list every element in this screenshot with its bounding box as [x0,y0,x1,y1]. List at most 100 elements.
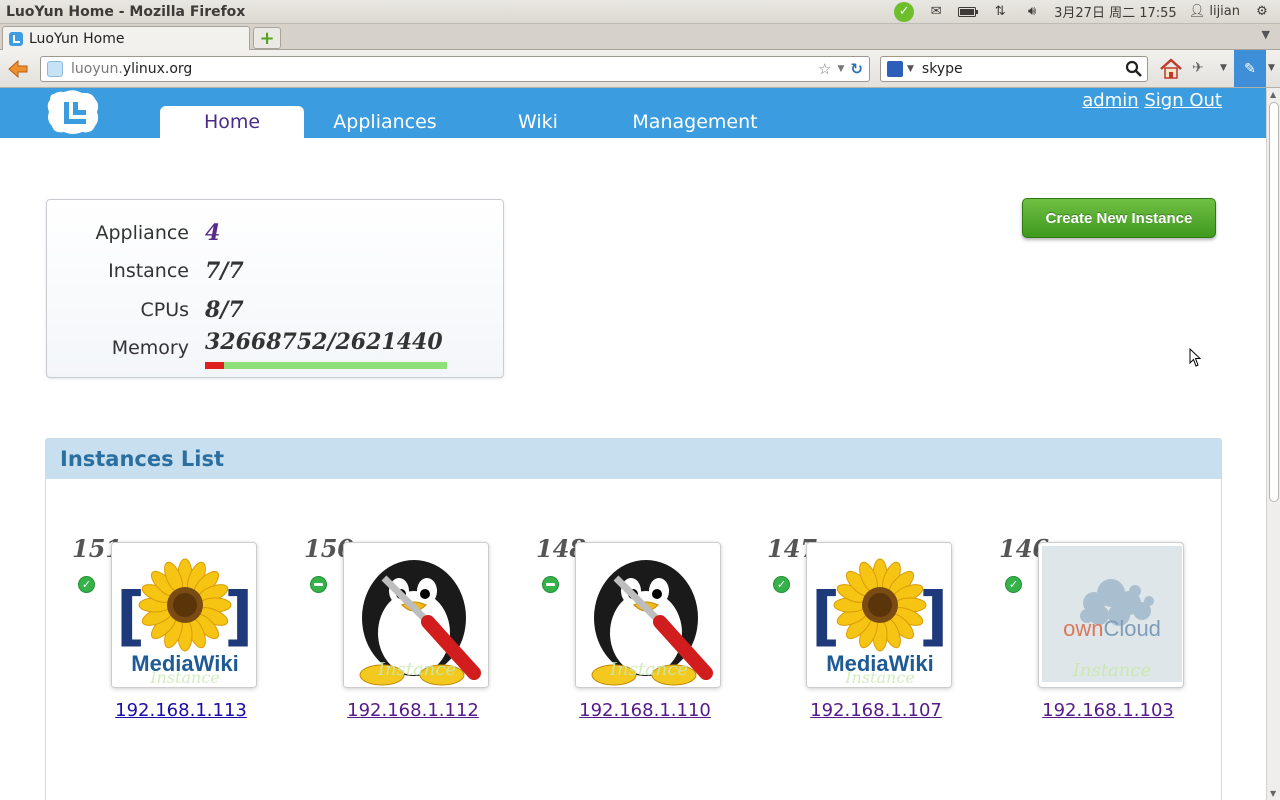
extension-dropdown-icon[interactable]: ▼ [1268,63,1275,73]
messaging-icon[interactable]: ✓ [890,1,918,23]
tab-home[interactable]: Home [160,106,304,138]
home-button[interactable] [1158,56,1184,82]
network-icon[interactable]: ⇅ [986,1,1014,23]
user-menu[interactable]: 👤︎ lijian [1185,4,1244,19]
url-host: ylinux.org [122,61,193,77]
browser-nav-bar: luoyun. ylinux.org ☆ ▼ ↻ ▼ skype ✈ ▼ ✎ ▼ [0,50,1280,88]
instances-panel: Instances List 151 ✓[] MediaWiki Instance 19… [45,438,1222,800]
instance-card: 147 ✓[] MediaWiki Instance 192.168.1.107 [753,534,973,724]
memory-usage-fill [205,362,225,369]
page-scrollbar[interactable]: ▲ ▼ [1266,88,1280,800]
svg-text:Instance: Instance [1072,660,1151,681]
instance-label: Instance [108,260,189,282]
clock[interactable]: 3月27日 周二 17:55 [1050,2,1181,21]
main-nav: Home Appliances Wiki Management [160,106,780,138]
tux-tools-icon[interactable]: Instance [343,542,489,688]
mouse-cursor-icon [1189,348,1202,367]
tab-title: LuoYun Home [29,30,125,47]
appliance-value: 4 [205,220,221,246]
scroll-thumb[interactable] [1269,102,1279,502]
svg-text:[: [ [116,580,145,654]
admin-link[interactable]: admin [1082,90,1138,111]
pen-icon: ✎ [1244,60,1256,77]
memory-row: Memory 32668752/2621440 [47,329,505,369]
site-identity-icon[interactable] [47,61,63,77]
engine-dropdown-icon[interactable]: ▼ [907,64,914,74]
instance-ip-link[interactable]: 192.168.1.113 [111,700,251,721]
status-ok-icon: ✓ [78,576,95,593]
instance-card: 146 ✓ ownCloud Instance 192.168.1.103 [985,534,1205,724]
search-engine-icon[interactable] [887,61,903,77]
svg-text:Instance: Instance [844,668,915,687]
create-new-instance-button[interactable]: Create New Instance [1022,198,1216,238]
svg-text:Instance: Instance [377,659,456,680]
reload-icon[interactable]: ↻ [850,60,863,78]
addon-icon[interactable]: ✈ [1192,60,1214,78]
url-bar[interactable]: luoyun. ylinux.org ☆ ▼ ↻ [40,56,870,82]
appliance-row: Appliance 4 [47,214,505,252]
status-ok-icon: ✓ [1005,576,1022,593]
favicon-icon [9,31,23,46]
mail-icon[interactable]: ✉ [922,1,950,23]
instances-header: Instances List [46,439,1221,479]
tab-wiki[interactable]: Wiki [466,106,610,138]
system-tray: ✓ ✉ ⇅ 🔊︎ 3月27日 周二 17:55 👤︎ lijian ⚙ [890,0,1280,24]
volume-icon[interactable]: 🔊︎ [1018,1,1046,23]
tab-appliances[interactable]: Appliances [304,106,466,138]
scroll-up-icon[interactable]: ▲ [1270,90,1276,99]
tab-management[interactable]: Management [610,106,780,138]
memory-label: Memory [111,337,189,359]
tux-tools-icon[interactable]: Instance [575,542,721,688]
user-icon: 👤︎ [1188,4,1206,19]
search-bar[interactable]: ▼ skype [880,56,1148,82]
instance-ip-link[interactable]: 192.168.1.107 [806,700,946,721]
search-input[interactable]: skype [922,61,963,77]
status-ok-icon: ✓ [773,576,790,593]
instance-card: 148 Instance 192.168.1.110 [522,534,742,724]
plus-icon: + [259,27,275,49]
battery-icon[interactable] [954,1,982,23]
luoyun-logo[interactable] [44,88,102,136]
memory-usage-bar [205,362,447,369]
sign-out-link[interactable]: Sign Out [1144,90,1222,111]
instance-card: 151 ✓[] MediaWiki Instance 192.168.1.113 [58,534,278,724]
bookmark-star-icon[interactable]: ☆ [818,60,831,78]
status-running-icon [310,576,327,593]
instances-title: Instances List [60,447,225,471]
back-button[interactable] [6,58,30,80]
appliance-label: Appliance [95,222,190,244]
instance-value: 7/7 [205,258,244,284]
browser-tab-bar: LuoYun Home + ▼ [0,24,1280,50]
status-running-icon [542,576,559,593]
instance-card: 150 Instance 192.168.1.112 [290,534,510,724]
owncloud-icon[interactable]: ownCloud Instance [1038,542,1184,688]
window-title: LuoYun Home - Mozilla Firefox [6,3,246,20]
tab-list-arrow-icon[interactable]: ▼ [1262,28,1270,41]
svg-text:]: ] [224,580,253,654]
cpus-label: CPUs [140,299,189,321]
svg-text:Instance: Instance [149,668,220,687]
instance-ip-link[interactable]: 192.168.1.112 [343,700,483,721]
mediawiki-icon[interactable]: [] MediaWiki Instance [806,542,952,688]
svg-text:Instance: Instance [609,659,688,680]
mediawiki-icon[interactable]: [] MediaWiki Instance [111,542,257,688]
instance-ip-link[interactable]: 192.168.1.103 [1038,700,1178,721]
instance-row: Instance 7/7 [47,252,505,290]
tab-luoyun-home[interactable]: LuoYun Home [2,26,250,50]
new-tab-button[interactable]: + [253,27,281,49]
scroll-down-icon[interactable]: ▼ [1270,789,1276,798]
addon-dropdown-icon[interactable]: ▼ [1220,63,1227,73]
search-icon[interactable] [1125,60,1143,78]
resource-summary: Appliance 4 Instance 7/7 CPUs 8/7 Memory… [46,199,504,378]
history-dropdown-icon[interactable]: ▼ [838,60,845,78]
page-viewport: Home Appliances Wiki Management admin Si… [0,88,1266,800]
home-icon [1160,58,1182,79]
extension-button[interactable]: ✎ [1234,50,1266,87]
site-header: Home Appliances Wiki Management admin Si… [0,88,1266,138]
cpus-value: 8/7 [205,297,244,323]
session-gear-icon[interactable]: ⚙ [1248,1,1276,23]
svg-text:[: [ [811,580,840,654]
svg-text:]: ] [919,580,948,654]
instance-ip-link[interactable]: 192.168.1.110 [575,700,715,721]
user-name: lijian [1209,4,1240,19]
